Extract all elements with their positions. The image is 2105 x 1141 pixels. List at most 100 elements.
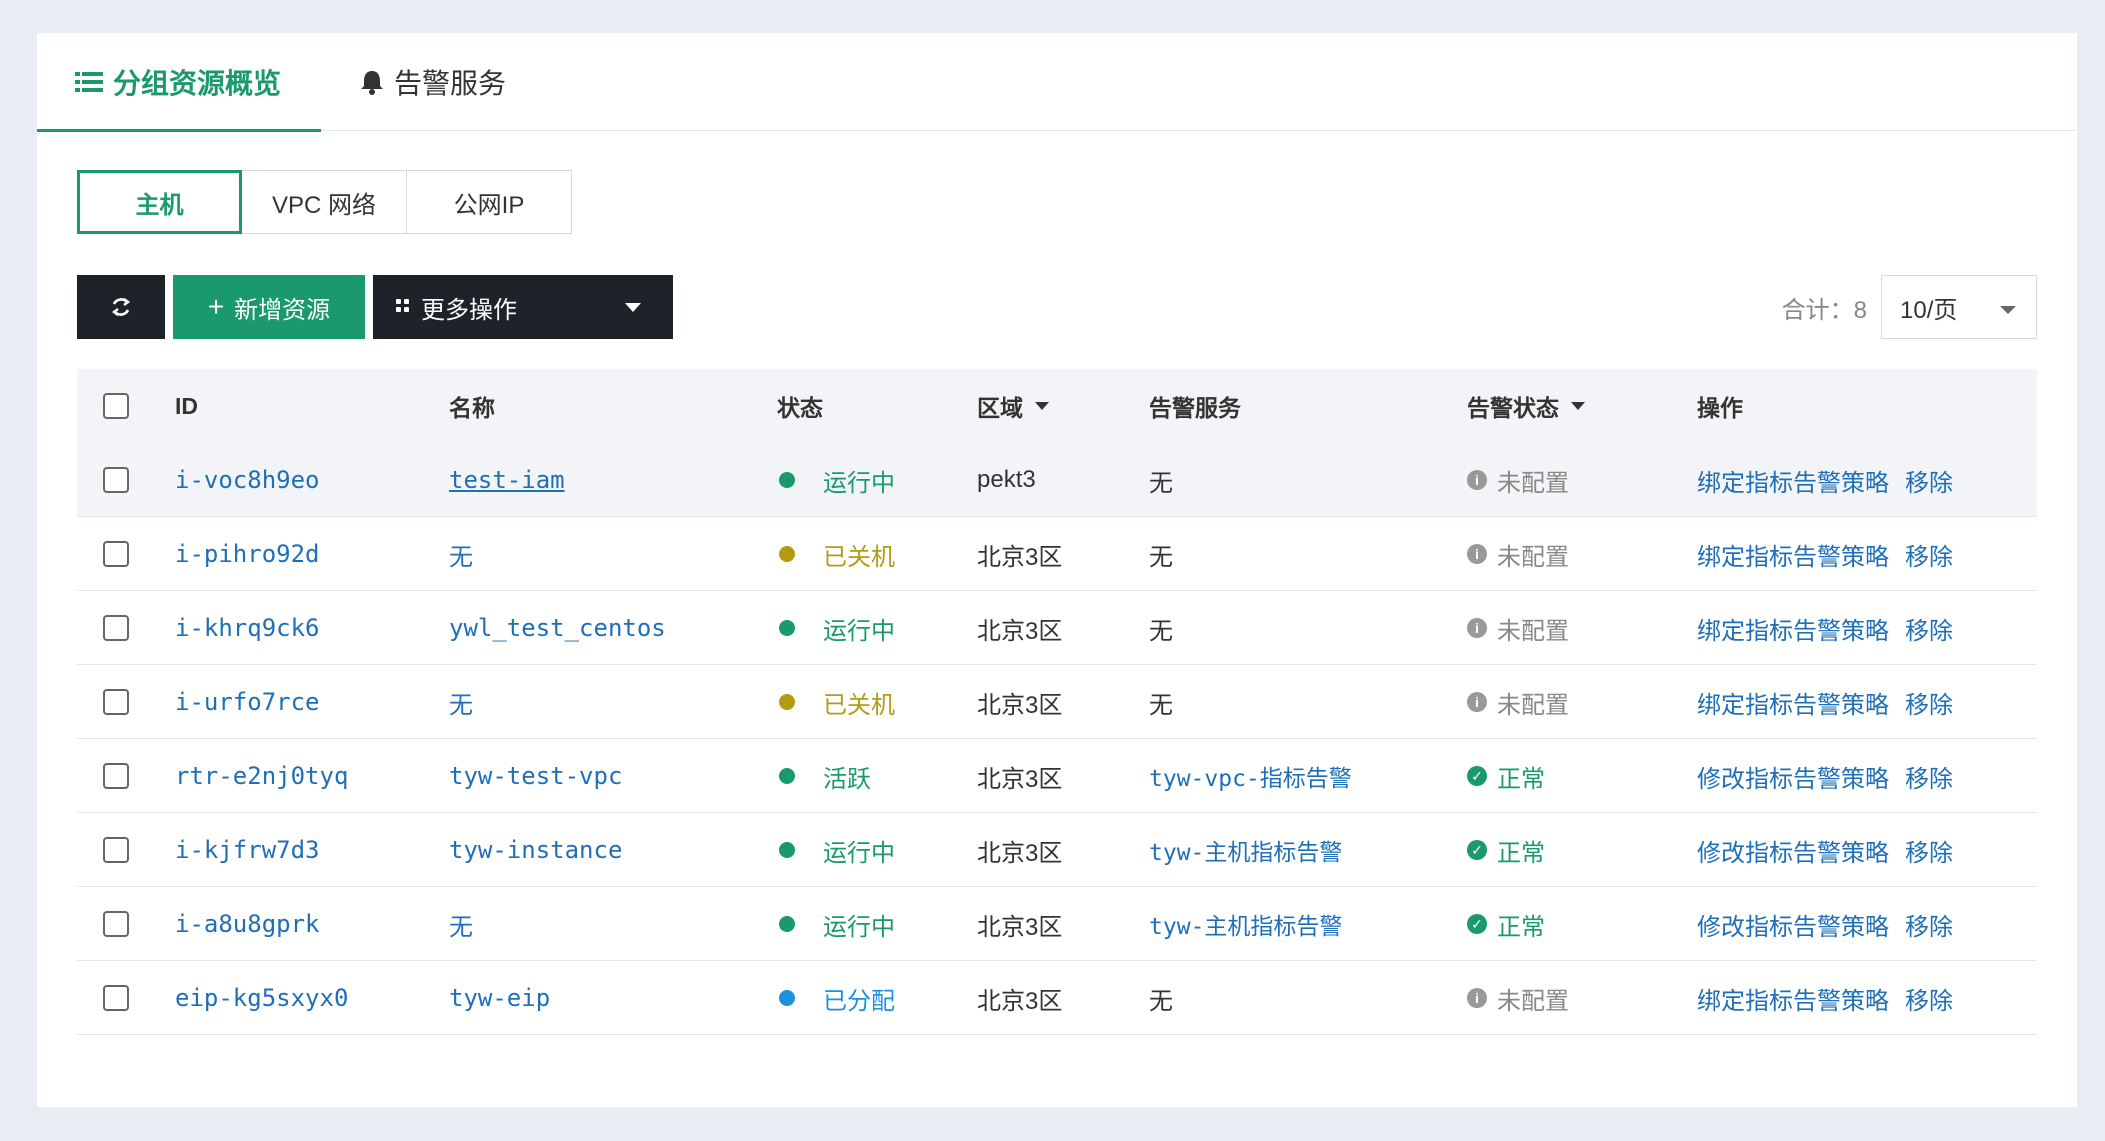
region-cell: 北京3区 — [977, 543, 1063, 571]
resource-name-link[interactable]: tyw-eip — [449, 961, 550, 1035]
status-cell: 运行中 — [777, 813, 895, 887]
resource-name-link[interactable]: 无 — [449, 887, 473, 961]
resource-id-link[interactable]: eip-kg5sxyx0 — [175, 961, 348, 1035]
remove-link[interactable]: 移除 — [1905, 537, 1953, 572]
alarm-policy-link[interactable]: 绑定指标告警策略 — [1697, 537, 1889, 572]
row-checkbox[interactable] — [103, 837, 129, 863]
alarm-service-cell[interactable]: tyw-vpc-指标告警 — [1149, 739, 1352, 813]
ops-cell: 绑定指标告警策略 移除 — [1697, 517, 1953, 591]
remove-link[interactable]: 移除 — [1905, 759, 1953, 794]
status-text: 活跃 — [823, 765, 871, 793]
status-cell: 运行中 — [777, 591, 895, 665]
status-cell: 已关机 — [777, 665, 895, 739]
row-checkbox[interactable] — [103, 985, 129, 1011]
info-circle-icon: i — [1467, 618, 1487, 638]
header-alarm-status-label: 告警状态 — [1467, 395, 1559, 421]
row-checkbox-cell — [103, 813, 129, 887]
status-dot-icon — [779, 916, 795, 932]
row-checkbox[interactable] — [103, 467, 129, 493]
page-size-value: 10/页 — [1900, 296, 1958, 324]
filter-caret-icon[interactable] — [1035, 402, 1049, 410]
row-checkbox[interactable] — [103, 911, 129, 937]
table-row[interactable]: rtr-e2nj0tyq tyw-test-vpc 活跃 北京3区 tyw-vp… — [77, 739, 2037, 813]
ops-cell: 修改指标告警策略 移除 — [1697, 739, 1953, 813]
row-checkbox[interactable] — [103, 689, 129, 715]
alarm-policy-link[interactable]: 绑定指标告警策略 — [1697, 463, 1889, 498]
remove-link[interactable]: 移除 — [1905, 981, 1953, 1016]
alarm-policy-link[interactable]: 绑定指标告警策略 — [1697, 981, 1889, 1016]
ops-cell: 绑定指标告警策略 移除 — [1697, 665, 1953, 739]
table-row[interactable]: i-voc8h9eo test-iam 运行中 pekt3 无 i 未配置 绑定… — [77, 443, 2037, 517]
resource-name-link[interactable]: tyw-test-vpc — [449, 739, 622, 813]
table-row[interactable]: i-pihro92d 无 已关机 北京3区 无 i 未配置 绑定指标告警策略 移… — [77, 517, 2037, 591]
resource-id-link[interactable]: i-voc8h9eo — [175, 443, 320, 517]
refresh-button[interactable] — [77, 275, 165, 339]
resource-name-link[interactable]: 无 — [449, 517, 473, 591]
top-tabs: 分组资源概览 告警服务 — [37, 33, 2077, 132]
alarm-service-cell[interactable]: tyw-主机指标告警 — [1149, 813, 1342, 887]
plus-icon: + — [207, 291, 225, 322]
resource-id-link[interactable]: i-kjfrw7d3 — [175, 813, 320, 887]
resource-id-link[interactable]: i-a8u8gprk — [175, 887, 320, 961]
header-region-label: 区域 — [977, 395, 1023, 421]
table-row[interactable]: i-khrq9ck6 ywl_test_centos 运行中 北京3区 无 i … — [77, 591, 2037, 665]
row-checkbox[interactable] — [103, 541, 129, 567]
header-id: ID — [175, 392, 198, 419]
row-checkbox[interactable] — [103, 615, 129, 641]
region-cell: 北京3区 — [977, 765, 1063, 793]
table-row[interactable]: i-urfo7rce 无 已关机 北京3区 无 i 未配置 绑定指标告警策略 移… — [77, 665, 2037, 739]
resource-name-link[interactable]: 无 — [449, 665, 473, 739]
more-actions-dropdown[interactable]: 更多操作 — [373, 275, 673, 339]
status-cell: 已分配 — [777, 961, 895, 1035]
check-circle-icon: ✓ — [1467, 840, 1487, 860]
remove-link[interactable]: 移除 — [1905, 611, 1953, 646]
alarm-policy-link[interactable]: 绑定指标告警策略 — [1697, 685, 1889, 720]
alarm-status-text: 正常 — [1497, 765, 1545, 793]
remove-link[interactable]: 移除 — [1905, 833, 1953, 868]
status-dot-icon — [779, 768, 795, 784]
refresh-icon — [112, 298, 130, 316]
remove-link[interactable]: 移除 — [1905, 907, 1953, 942]
resource-id-link[interactable]: i-khrq9ck6 — [175, 591, 320, 665]
tab-alarm-service[interactable]: 告警服务 — [360, 33, 506, 131]
alarm-status-cell: i 未配置 — [1467, 443, 1569, 517]
alarm-policy-link[interactable]: 修改指标告警策略 — [1697, 907, 1889, 942]
resource-name-link[interactable]: ywl_test_centos — [449, 591, 666, 665]
filter-caret-icon[interactable] — [1571, 402, 1585, 410]
status-dot-icon — [779, 546, 795, 562]
remove-link[interactable]: 移除 — [1905, 685, 1953, 720]
page-size-select[interactable]: 10/页 — [1881, 275, 2037, 339]
alarm-policy-link[interactable]: 绑定指标告警策略 — [1697, 611, 1889, 646]
alarm-status-text: 未配置 — [1497, 543, 1569, 571]
alarm-service-cell[interactable]: tyw-主机指标告警 — [1149, 887, 1342, 961]
status-text: 运行中 — [823, 913, 895, 941]
tab-group-overview[interactable]: 分组资源概览 — [75, 33, 281, 131]
check-circle-icon: ✓ — [1467, 914, 1487, 934]
region-cell: 北京3区 — [977, 839, 1063, 867]
resource-id-link[interactable]: rtr-e2nj0tyq — [175, 739, 348, 813]
row-checkbox[interactable] — [103, 763, 129, 789]
region-cell: pekt3 — [977, 466, 1036, 493]
alarm-policy-link[interactable]: 修改指标告警策略 — [1697, 833, 1889, 868]
remove-link[interactable]: 移除 — [1905, 463, 1953, 498]
table-row[interactable]: i-kjfrw7d3 tyw-instance 运行中 北京3区 tyw-主机指… — [77, 813, 2037, 887]
resource-id-link[interactable]: i-pihro92d — [175, 517, 320, 591]
header-name: 名称 — [449, 395, 495, 421]
resource-id-link[interactable]: i-urfo7rce — [175, 665, 320, 739]
header-region[interactable]: 区域 — [977, 369, 1049, 443]
status-text: 已分配 — [823, 987, 895, 1015]
segment-vpc[interactable]: VPC 网络 — [242, 170, 407, 234]
table-row[interactable]: i-a8u8gprk 无 运行中 北京3区 tyw-主机指标告警 ✓ 正常 修改… — [77, 887, 2037, 961]
row-checkbox-cell — [103, 961, 129, 1035]
segment-eip[interactable]: 公网IP — [407, 170, 572, 234]
select-all-checkbox[interactable] — [103, 393, 129, 419]
header-alarm-status[interactable]: 告警状态 — [1467, 369, 1585, 443]
segment-host[interactable]: 主机 — [77, 170, 242, 234]
alarm-policy-link[interactable]: 修改指标告警策略 — [1697, 759, 1889, 794]
resource-name-link[interactable]: tyw-instance — [449, 813, 622, 887]
table-row[interactable]: eip-kg5sxyx0 tyw-eip 已分配 北京3区 无 i 未配置 绑定… — [77, 961, 2037, 1035]
region-cell: 北京3区 — [977, 913, 1063, 941]
add-resource-button[interactable]: + 新增资源 — [173, 275, 365, 339]
alarm-status-cell: i 未配置 — [1467, 591, 1569, 665]
resource-name-link[interactable]: test-iam — [449, 443, 565, 517]
